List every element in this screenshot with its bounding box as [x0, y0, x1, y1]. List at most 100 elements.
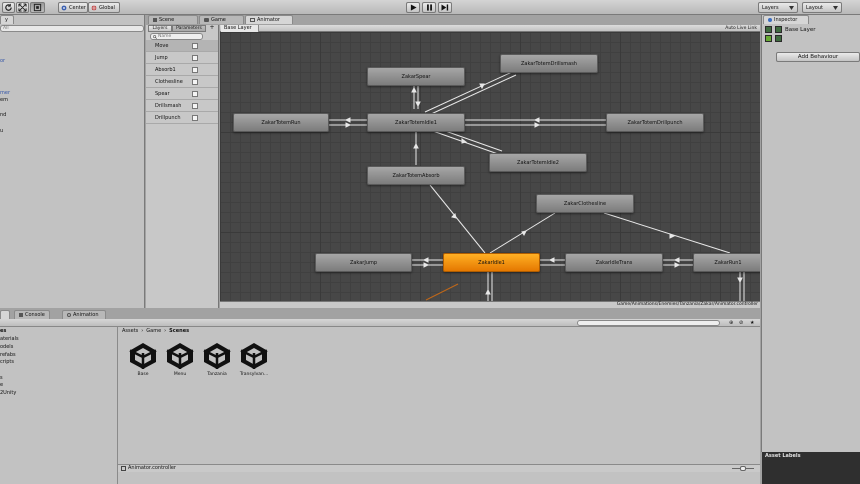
icon-size-slider[interactable] [732, 466, 754, 471]
add-behaviour-button[interactable]: Add Behaviour [776, 52, 860, 62]
filter-type-icon[interactable]: ⊕ [729, 320, 737, 326]
rotate-tool-button[interactable] [2, 2, 15, 13]
step-icon [441, 4, 449, 11]
parameter-row[interactable]: Spear [146, 88, 218, 100]
hierarchy-item[interactable]: em [0, 97, 8, 103]
hierarchy-search-input[interactable]: All [0, 25, 144, 32]
project-tree-item[interactable]: cripts [0, 359, 14, 365]
breadcrumb-separator-icon: › [141, 328, 144, 334]
tab-animator[interactable]: Animator [245, 15, 293, 24]
parameter-row[interactable]: Absorb1 [146, 64, 218, 76]
inspector-layer-row[interactable]: Base Layer [764, 25, 860, 34]
project-tree-item[interactable]: es [0, 328, 6, 334]
bottom-tab-bar [0, 309, 760, 319]
parameter-row[interactable]: Clothesline [146, 76, 218, 88]
project-tree-item[interactable]: odels [0, 344, 13, 350]
parameter-row[interactable]: Drillsmash [146, 100, 218, 112]
breadcrumb-item[interactable]: Game [146, 328, 161, 334]
state-node-zakaridle1-default[interactable]: ZakarIdle1 [443, 253, 540, 272]
breadcrumb-item[interactable]: Assets [122, 328, 138, 334]
parameter-checkbox[interactable] [192, 43, 198, 49]
tab-scene-label: Scene [159, 16, 175, 23]
hierarchy-item[interactable]: or [0, 58, 5, 64]
state-node-zakarclothesline[interactable]: ZakarClothesline [536, 194, 634, 213]
parameter-checkbox[interactable] [192, 79, 198, 85]
tab-hierarchy[interactable]: y [0, 15, 14, 24]
scale-tool-button[interactable] [16, 2, 29, 13]
parameter-search-input[interactable]: Name [150, 33, 203, 40]
state-node-zakarspear[interactable]: ZakarSpear [367, 67, 465, 86]
layer-breadcrumb[interactable]: Base Layer [221, 25, 259, 32]
state-node-zakartotemidle1[interactable]: ZakarTotemIdle1 [367, 113, 465, 132]
parameter-checkbox[interactable] [192, 115, 198, 121]
parameter-name: Absorb1 [155, 66, 176, 73]
transition-arrowhead [451, 213, 457, 219]
project-tree-item[interactable]: 2Unity [0, 390, 16, 396]
add-parameter-button[interactable]: + [208, 25, 216, 32]
parameter-checkbox[interactable] [192, 55, 198, 61]
console-icon [19, 313, 23, 317]
transition-arrowhead [415, 101, 421, 108]
favorite-icon[interactable]: ★ [750, 320, 758, 326]
slider-thumb[interactable] [740, 466, 746, 471]
tab-animator-label: Animator [257, 16, 280, 23]
controller-file-icon [121, 465, 126, 471]
state-node-zakarjump[interactable]: ZakarJump [315, 253, 412, 272]
parameter-checkbox[interactable] [192, 103, 198, 109]
hierarchy-item[interactable]: nd [0, 112, 6, 118]
breadcrumb-item[interactable]: Scenes [169, 328, 189, 334]
scene-icon [153, 18, 157, 22]
hierarchy-item[interactable]: mer [0, 90, 10, 96]
entry-transition [425, 283, 459, 301]
tab-game[interactable]: Game [199, 15, 244, 24]
parameter-row[interactable]: Jump [146, 52, 218, 64]
state-node-zakartotemidle2[interactable]: ZakarTotemIdle2 [489, 153, 587, 172]
transition-arrowhead [344, 117, 351, 123]
space-mode-button[interactable]: Global [88, 2, 120, 13]
state-node-zakaridletrans[interactable]: ZakarIdleTrans [565, 253, 663, 272]
animator-icon [250, 18, 255, 22]
state-node-zakarrun1[interactable]: ZakarRun1 [693, 253, 760, 272]
layout-dropdown[interactable]: Layout [802, 2, 842, 13]
state-node-zakartotemdrillpunch[interactable]: ZakarTotemDrillpunch [606, 113, 704, 132]
pivot-mode-button[interactable]: Center [58, 2, 88, 13]
tab-scene[interactable]: Scene [148, 15, 198, 24]
rotate-icon [5, 3, 12, 11]
state-node-zakartotemabsorb[interactable]: ZakarTotemAbsorb [367, 166, 465, 185]
tab-project[interactable] [0, 310, 10, 319]
scene-asset[interactable]: Transylvan... [237, 342, 271, 377]
tab-parameters[interactable]: Parameters [172, 25, 206, 32]
rect-tool-button[interactable] [30, 2, 45, 13]
parameter-row[interactable]: Move [146, 40, 218, 52]
auto-live-link-toggle[interactable]: Auto Live Link [718, 25, 759, 32]
project-tree-item[interactable]: aterials [0, 336, 19, 342]
state-node-zakartotemdrillsmash[interactable]: ZakarTotemDrillsmash [500, 54, 598, 73]
project-tree-item[interactable]: e [0, 382, 3, 388]
tab-layers[interactable]: Layers [148, 25, 172, 32]
animator-graph[interactable]: ZakarSpear ZakarTotemDrillsmash ZakarTot… [220, 32, 760, 301]
unity-scene-icon [129, 343, 157, 369]
project-tree-item[interactable]: refabs [0, 352, 16, 358]
state-node-zakartotemrun[interactable]: ZakarTotemRun [233, 113, 329, 132]
pivot-label: Center [69, 4, 86, 11]
pause-button[interactable] [422, 2, 436, 13]
checkbox-icon[interactable] [765, 35, 772, 42]
tab-inspector[interactable]: Inspector [763, 15, 809, 24]
scene-asset[interactable]: Tanzania [200, 342, 234, 377]
scene-asset[interactable]: Base [126, 342, 160, 377]
tab-console[interactable]: Console [14, 310, 50, 319]
project-tree-item[interactable]: s [0, 375, 3, 381]
hierarchy-item[interactable]: u [0, 128, 3, 134]
project-search-input[interactable] [577, 320, 720, 326]
parameter-checkbox[interactable] [192, 91, 198, 97]
scene-asset[interactable]: Menu [163, 342, 197, 377]
parameter-checkbox[interactable] [192, 67, 198, 73]
tab-animation[interactable]: Animation [62, 310, 106, 319]
layers-dropdown[interactable]: Layers [758, 2, 798, 13]
checkbox-icon[interactable] [775, 35, 782, 42]
transition-arrowhead [737, 277, 743, 284]
filter-label-icon[interactable]: ⊘ [739, 320, 747, 326]
step-button[interactable] [438, 2, 452, 13]
play-button[interactable] [406, 2, 420, 13]
parameter-row[interactable]: Drillpunch [146, 112, 218, 124]
